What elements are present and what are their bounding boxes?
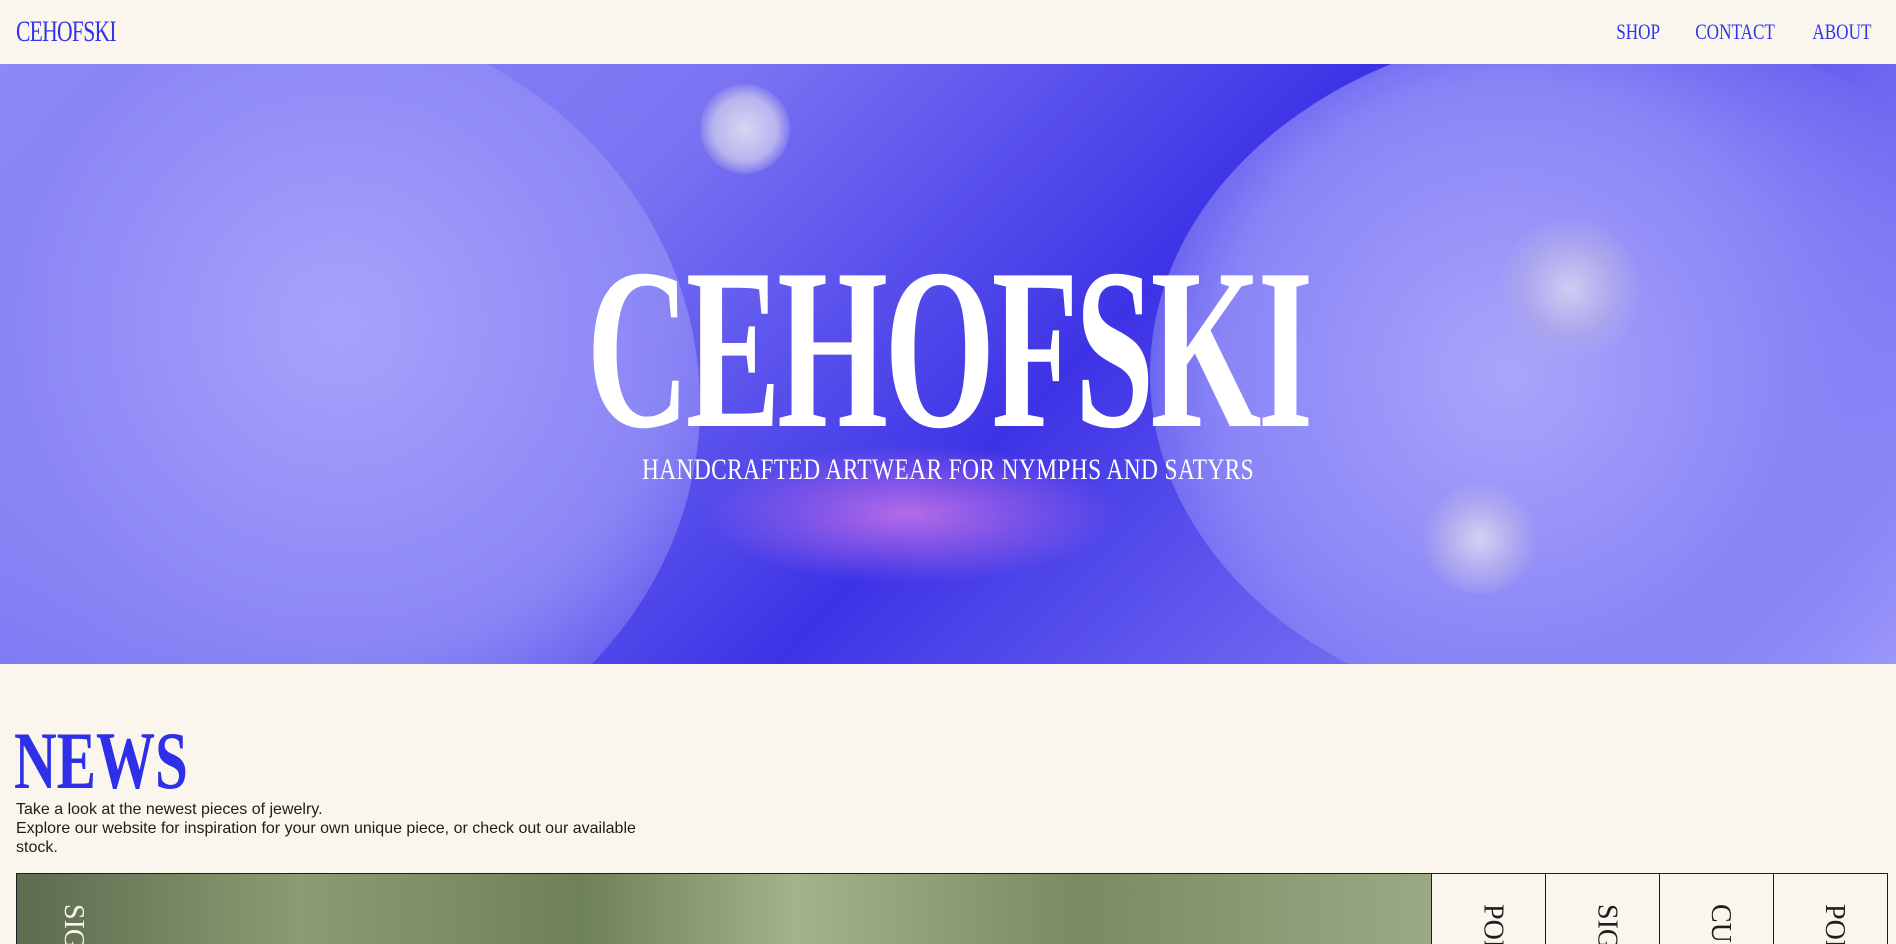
gallery-featured-label: SIGI: [58, 904, 89, 944]
nav-shop-link[interactable]: SHOP: [1616, 19, 1660, 45]
hero-image-ring: [700, 84, 790, 174]
news-heading: NEWS: [14, 715, 188, 806]
brand-logo[interactable]: CEHOFSKI: [16, 15, 117, 49]
gallery-tab[interactable]: POR: [1773, 874, 1887, 944]
hero-banner: CEHOFSKI HANDCRAFTED ARTWEAR FOR NYMPHS …: [0, 64, 1896, 664]
gallery-tab-label: POR: [1477, 904, 1509, 944]
gallery-tab[interactable]: SIGI: [1545, 874, 1660, 944]
gallery-featured-image[interactable]: SIGI: [17, 874, 1432, 944]
nav-about-link[interactable]: ABOUT: [1813, 19, 1872, 45]
hero-title: CEHOFSKI: [586, 221, 1313, 476]
news-gallery: SIGI POR SIGI CUS POR: [16, 873, 1888, 944]
gallery-tab-label: CUS: [1705, 904, 1737, 944]
nav-contact-link[interactable]: CONTACT: [1695, 19, 1775, 45]
hero-image-ring: [1420, 484, 1540, 594]
gallery-tab[interactable]: POR: [1431, 874, 1546, 944]
gallery-tab-label: SIGI: [1591, 904, 1623, 944]
top-navigation-bar: CEHOFSKI SHOP CONTACT ABOUT: [0, 0, 1896, 64]
main-nav: SHOP CONTACT ABOUT: [1610, 19, 1880, 45]
hero-subtitle: HANDCRAFTED ARTWEAR FOR NYMPHS AND SATYR…: [641, 453, 1255, 486]
news-description-line: Explore our website for inspiration for …: [16, 820, 636, 856]
news-description: Take a look at the newest pieces of jewe…: [16, 800, 676, 857]
news-description-line: Take a look at the newest pieces of jewe…: [16, 801, 323, 818]
gallery-tab-label: POR: [1819, 904, 1851, 944]
gallery-tab[interactable]: CUS: [1659, 874, 1774, 944]
